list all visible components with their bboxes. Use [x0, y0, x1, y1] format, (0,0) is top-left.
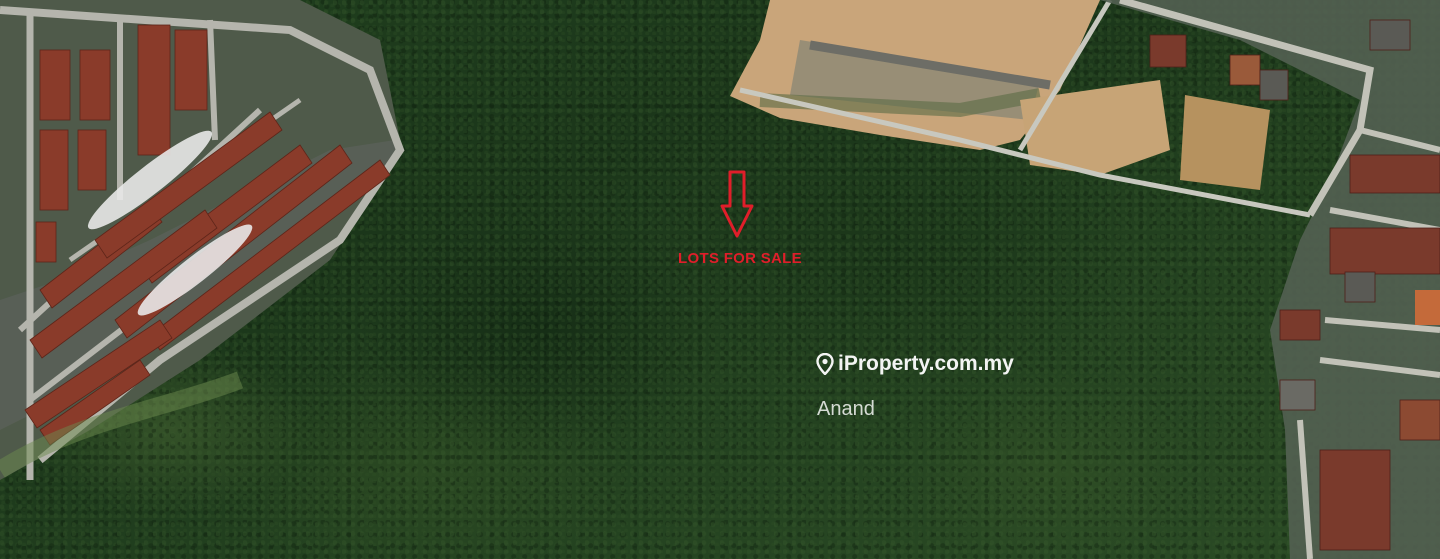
- down-arrow-icon: [720, 170, 754, 238]
- location-pin-icon: [816, 353, 834, 375]
- brand-watermark: iProperty.com.my: [816, 352, 1014, 376]
- aerial-map-image: LOTS FOR SALE iProperty.com.my Anand: [0, 0, 1440, 559]
- aerial-features: [0, 0, 1440, 559]
- agent-name: Anand: [817, 398, 875, 420]
- lots-for-sale-label: LOTS FOR SALE: [678, 250, 802, 267]
- brand-name: iProperty.com.my: [838, 352, 1014, 375]
- left-housing-estate: [0, 0, 405, 480]
